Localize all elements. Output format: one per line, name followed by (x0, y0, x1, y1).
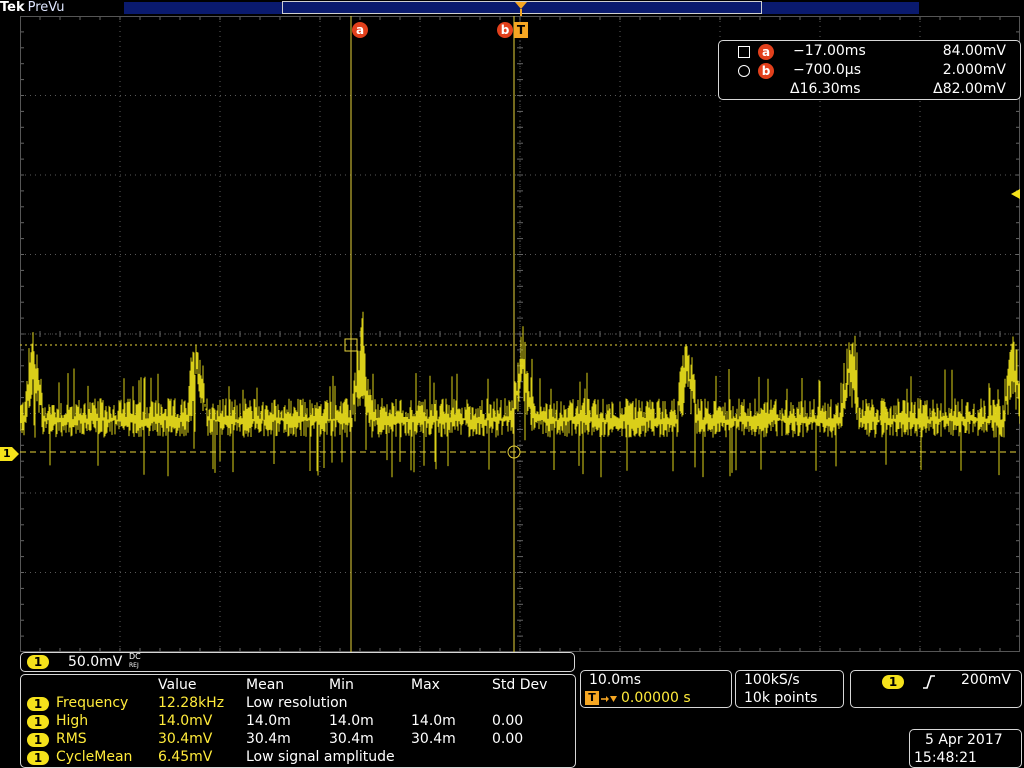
measurement-std: 0.00 (492, 731, 524, 747)
measurement-header-mean: Mean (246, 677, 285, 693)
measurement-header-min: Min (329, 677, 354, 693)
measurement-channel-badge: 1 (27, 697, 49, 711)
cursor-b-time: −700.0µs (793, 62, 862, 78)
arrow-right-down-icon (601, 696, 617, 702)
measurement-std: 0.00 (492, 713, 524, 729)
measurement-min: 14.0m (329, 713, 374, 729)
brand-name: Tek (0, 0, 25, 15)
measurements-panel[interactable]: Value Mean Min Max Std Dev 1 Frequency 12.… (20, 674, 576, 768)
trigger-level: 200mV (961, 672, 1011, 688)
delta-voltage: Δ82.00mV (933, 81, 1006, 97)
measurement-header-value: Value (158, 677, 197, 693)
sample-rate: 100kS/s (744, 672, 800, 688)
channel-1-ground-marker[interactable]: 1 (0, 446, 20, 462)
measurement-value: 14.0mV (158, 713, 213, 729)
cursor-b-badge[interactable]: b (497, 22, 513, 38)
cursor-b-row: b −700.0µs 2.000mV (719, 62, 1020, 80)
measurement-channel-badge: 1 (27, 715, 49, 729)
channel-1-badge: 1 (27, 655, 49, 669)
circle-icon (738, 65, 750, 77)
horizontal-scale: 10.0ms (589, 672, 642, 688)
time: 15:48:21 (914, 750, 977, 766)
date: 5 Apr 2017 (925, 732, 1003, 748)
record-length: 10k points (744, 690, 818, 706)
measurement-channel-badge: 1 (27, 751, 49, 765)
measurement-value: 30.4mV (158, 731, 213, 747)
measurement-name[interactable]: High (56, 713, 88, 729)
measurement-name[interactable]: Frequency (56, 695, 128, 711)
measurement-min: 30.4m (329, 731, 374, 747)
measurement-header-max: Max (411, 677, 440, 693)
coupling-dc: DC (129, 652, 141, 661)
cursor-a-badge[interactable]: a (352, 22, 368, 38)
cursor-a-row: a −17.00ms 84.00mV (719, 43, 1020, 61)
trigger-panel[interactable]: 1 200mV (850, 670, 1022, 708)
measurement-max: 14.0m (411, 713, 456, 729)
channel-1-ground-label: 1 (3, 447, 11, 460)
rising-edge-icon (923, 675, 935, 689)
cursor-b-voltage: 2.000mV (942, 62, 1006, 78)
brand-label: Tek PreVu (0, 0, 65, 16)
coupling-rej: REJ (129, 662, 139, 669)
measurement-mean: 14.0m (246, 713, 291, 729)
date-time-panel: 5 Apr 2017 15:48:21 (909, 729, 1022, 768)
graticule (20, 16, 1020, 652)
measurement-mean: Low resolution (246, 695, 348, 711)
measurement-name[interactable]: RMS (56, 731, 87, 747)
acquisition-panel[interactable]: 100kS/s 10k points (735, 670, 844, 708)
cursor-a-icon: a (758, 44, 774, 60)
measurement-value: 6.45mV (158, 749, 213, 765)
cursor-b-icon: b (758, 63, 774, 79)
trigger-position-badge: T (585, 691, 599, 705)
timebase-panel[interactable]: 10.0ms T 0.00000 s (580, 670, 732, 708)
trigger-level-icon[interactable] (1010, 188, 1022, 200)
cursor-a-time: −17.00ms (793, 43, 866, 59)
cursor-a-voltage: 84.00mV (942, 43, 1006, 59)
measurement-mean: 30.4m (246, 731, 291, 747)
trigger-marker[interactable]: T (514, 22, 528, 38)
cursor-readout-panel[interactable]: a −17.00ms 84.00mV b −700.0µs 2.000mV Δ1… (718, 40, 1021, 100)
waveform-display[interactable] (20, 16, 1020, 652)
channel-1-volts-per-div: 50.0mV (68, 654, 123, 670)
cursor-delta-row: Δ16.30ms Δ82.00mV (719, 81, 1020, 99)
measurement-channel-badge: 1 (27, 733, 49, 747)
delta-time: Δ16.30ms (790, 81, 861, 97)
horizontal-position: 0.00000 s (621, 690, 691, 706)
measurement-mean: Low signal amplitude (246, 749, 395, 765)
acquisition-mode: PreVu (27, 0, 65, 15)
channel-1-scale-panel[interactable]: 1 50.0mV DC REJ (20, 652, 575, 672)
measurement-header-stddev: Std Dev (492, 677, 548, 693)
trigger-source-badge: 1 (882, 675, 904, 689)
square-icon (738, 46, 750, 58)
measurement-name[interactable]: CycleMean (56, 749, 132, 765)
measurement-max: 30.4m (411, 731, 456, 747)
measurement-value: 12.28kHz (158, 695, 225, 711)
